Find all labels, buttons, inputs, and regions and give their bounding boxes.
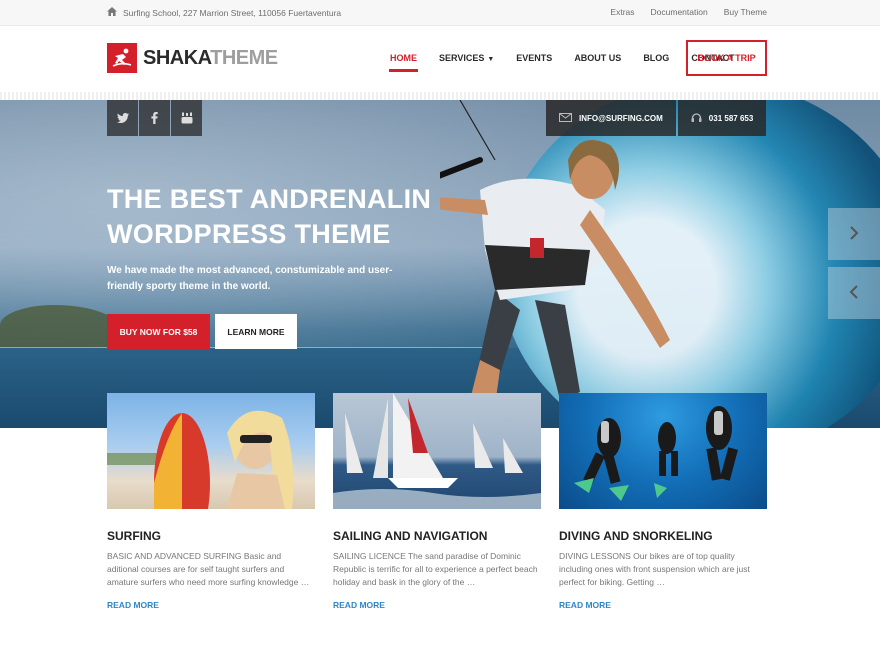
card-text: BASIC AND ADVANCED SURFING Basic and adi… xyxy=(107,551,310,587)
service-card-diving: DIVING AND SNORKELING DIVING LESSONS Our… xyxy=(559,393,767,610)
hero-title: THE BEST ANDRENALIN WORDPRESS THEME xyxy=(107,184,432,249)
top-link-extras[interactable]: Extras xyxy=(610,7,634,17)
headset-icon xyxy=(691,112,702,125)
read-more-link[interactable]: READ MORE xyxy=(333,600,541,610)
social-links xyxy=(107,100,202,136)
nav-item-home[interactable]: HOME xyxy=(389,53,418,72)
hills-shape xyxy=(0,305,120,350)
service-card-surfing: SURFING BASIC AND ADVANCED SURFING Basic… xyxy=(107,393,315,610)
logo-mark-icon xyxy=(107,43,137,73)
envelope-icon xyxy=(559,112,572,124)
chevron-left-icon xyxy=(849,282,859,305)
card-title: DIVING AND SNORKELING xyxy=(559,529,713,543)
card-title: SURFING xyxy=(107,529,161,543)
sailing-image[interactable] xyxy=(333,393,541,509)
chevron-right-icon xyxy=(849,223,859,246)
nav-item-blog[interactable]: BLOG xyxy=(643,53,669,63)
kitesurfer-image xyxy=(440,100,670,405)
top-link-documentation[interactable]: Documentation xyxy=(651,7,708,17)
hero-banner: INFO@SURFING.COM 031 587 653 THE BEST AN… xyxy=(0,100,880,428)
facebook-icon[interactable] xyxy=(139,100,170,136)
diving-image[interactable] xyxy=(559,393,767,509)
main-nav: HOME SERVICES ▼ EVENTS ABOUT US BLOG CONT… xyxy=(389,53,735,72)
twitter-icon[interactable] xyxy=(107,100,138,136)
read-more-link[interactable]: READ MORE xyxy=(107,600,315,610)
nav-item-about-us[interactable]: ABOUT US xyxy=(574,53,621,63)
hero-description: We have made the most advanced, constumi… xyxy=(107,265,393,292)
home-icon xyxy=(107,7,117,18)
address-info: Surfing School, 227 Marrion Street, 1100… xyxy=(107,7,341,18)
slider-prev-button[interactable] xyxy=(828,267,880,319)
top-links: Extras Documentation Buy Theme xyxy=(610,7,767,17)
learn-more-button[interactable]: LEARN MORE xyxy=(215,314,297,349)
service-card-sailing: SAILING AND NAVIGATION SAILING LICENCE T… xyxy=(333,393,541,610)
phone-text: 031 587 653 xyxy=(708,113,754,123)
slider-next-button[interactable] xyxy=(828,208,880,260)
site-header: SHAKATHEME HOME SERVICES ▼ EVENTS ABOUT U… xyxy=(0,26,880,92)
top-bar: Surfing School, 227 Marrion Street, 1100… xyxy=(0,0,880,26)
nav-item-events[interactable]: EVENTS xyxy=(516,53,552,63)
nav-item-services[interactable]: SERVICES ▼ xyxy=(439,53,494,63)
youtube-icon[interactable] xyxy=(171,100,202,136)
top-link-buy-theme[interactable]: Buy Theme xyxy=(724,7,767,17)
chevron-down-icon: ▼ xyxy=(487,56,495,63)
site-logo[interactable]: SHAKATHEME xyxy=(107,43,278,73)
contact-info: INFO@SURFING.COM 031 587 653 xyxy=(546,100,767,136)
logo-wordmark: SHAKATHEME xyxy=(143,46,278,69)
email-contact[interactable]: INFO@SURFING.COM xyxy=(546,100,676,136)
address-text: Surfing School, 227 Marrion Street, 1100… xyxy=(123,7,342,18)
email-text: INFO@SURFING.COM xyxy=(579,113,663,123)
header-divider xyxy=(0,92,880,100)
buy-now-button[interactable]: BUY NOW FOR $58 xyxy=(107,314,210,349)
card-text: DIVING LESSONS Our bikes are of top qual… xyxy=(559,551,750,587)
card-title: SAILING AND NAVIGATION xyxy=(333,529,488,543)
read-more-link[interactable]: READ MORE xyxy=(559,600,767,610)
book-a-trip-button[interactable]: BOOK A TRIP xyxy=(686,40,767,76)
surfing-image[interactable] xyxy=(107,393,315,509)
card-text: SAILING LICENCE The sand paradise of Dom… xyxy=(333,551,538,587)
phone-contact[interactable]: 031 587 653 xyxy=(677,100,767,136)
